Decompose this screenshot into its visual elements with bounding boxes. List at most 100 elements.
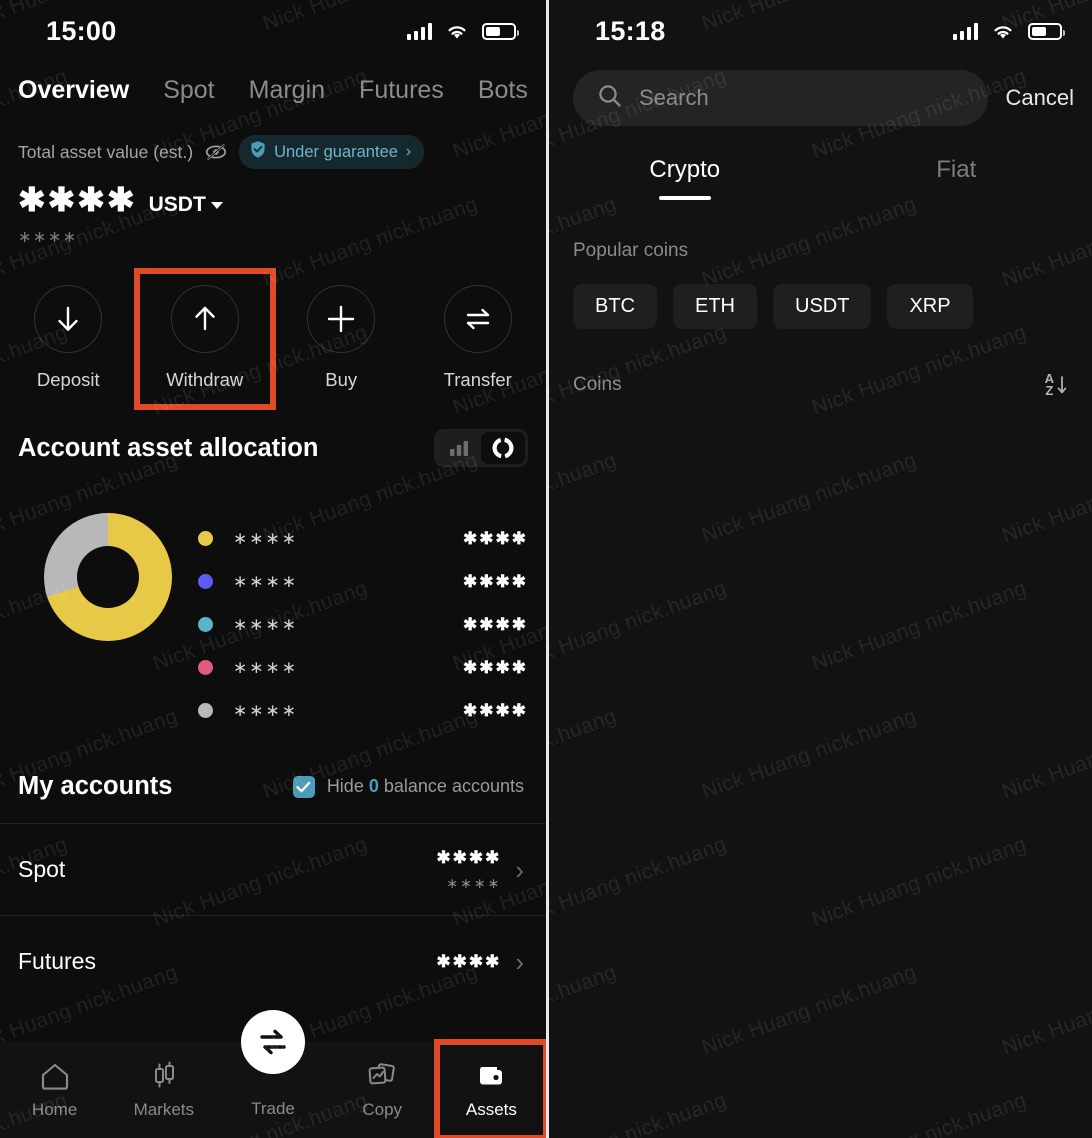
signal-bars-icon (406, 22, 432, 40)
legend-color-dot (198, 531, 213, 546)
sort-alpha-icon[interactable]: A Z (1045, 372, 1068, 399)
battery-icon (482, 22, 519, 40)
nav-trade-label: Trade (251, 1099, 295, 1118)
shield-check-icon (249, 140, 267, 164)
battery-icon (1028, 22, 1065, 40)
legend-label: ∗∗∗∗ (233, 614, 298, 634)
wallet-icon (480, 1066, 503, 1084)
eye-off-icon[interactable] (204, 140, 228, 164)
total-asset-label-row: Total asset value (est.) Under guarantee… (18, 135, 528, 169)
search-input[interactable]: Search (573, 70, 988, 126)
legend-item: ∗∗∗∗ ✱✱✱✱ (198, 517, 528, 560)
legend-value: ✱✱✱✱ (463, 571, 528, 591)
currency-label: USDT (148, 193, 206, 216)
sort-letters: A Z (1045, 372, 1054, 399)
tab-fiat-label: Fiat (936, 156, 977, 183)
legend-color-dot (198, 574, 213, 589)
quick-actions: Deposit Withdraw Buy Transfer (0, 247, 547, 410)
legend-label: ∗∗∗∗ (233, 528, 298, 548)
trade-icon (241, 1010, 305, 1074)
under-guarantee-badge[interactable]: Under guarantee › (239, 135, 425, 169)
deposit-label: Deposit (36, 369, 100, 390)
nav-assets[interactable]: Assets (433, 1039, 546, 1138)
checkbox-checked-icon (292, 775, 315, 798)
tab-crypto-label: Crypto (649, 156, 721, 183)
status-clock: 15:18 (595, 15, 666, 46)
coins-section-header: Coins A Z (549, 329, 1092, 398)
buy-label: Buy (325, 369, 358, 390)
transfer-button[interactable]: Transfer (410, 271, 547, 407)
bottom-navigation: Home Markets Trade Copy Assets (0, 1010, 546, 1138)
sort-arrow-down-icon (1057, 376, 1067, 394)
status-icons (406, 22, 519, 40)
bar-chart-icon[interactable] (437, 432, 481, 464)
status-icons (952, 22, 1065, 40)
coin-chip-xrp[interactable]: XRP (887, 284, 973, 329)
hide-suffix: balance accounts (383, 776, 524, 796)
donut-chart-icon[interactable] (481, 432, 525, 464)
legend-item: ∗∗∗∗ ✱✱✱✱ (198, 603, 528, 646)
hide-zero-balance-toggle[interactable]: Hide 0 balance accounts (292, 775, 524, 798)
legend-item: ∗∗∗∗ ✱✱✱✱ (198, 560, 528, 603)
nav-home[interactable]: Home (0, 1042, 109, 1138)
sort-letter-bottom: Z (1045, 383, 1054, 399)
candles-icon (154, 1061, 174, 1087)
right-phone-screen: 15:18 Search Cancel Crypto Fiat Popular … (546, 0, 1092, 1138)
deposit-button[interactable]: Deposit (0, 271, 137, 407)
withdraw-label: Withdraw (166, 369, 244, 390)
search-icon (597, 83, 623, 114)
coin-chip-usdt[interactable]: USDT (773, 284, 872, 329)
cancel-button[interactable]: Cancel (1006, 85, 1074, 111)
allocation-title: Account asset allocation (18, 433, 319, 462)
legend-value: ✱✱✱✱ (463, 657, 528, 677)
arrow-up-icon (170, 285, 239, 353)
legend-label: ∗∗∗∗ (233, 571, 298, 591)
currency-selector[interactable]: USDT (149, 193, 223, 217)
buy-button[interactable]: Buy (273, 271, 410, 407)
legend-color-dot (198, 703, 213, 718)
chevron-right-icon: › (515, 946, 524, 977)
transfer-label: Transfer (443, 369, 512, 390)
legend-value: ✱✱✱✱ (463, 614, 528, 634)
tab-bots[interactable]: Bots (478, 76, 528, 105)
plus-icon (307, 285, 376, 353)
nav-copy[interactable]: Copy (328, 1042, 437, 1138)
nav-trade[interactable]: Trade (218, 1010, 327, 1138)
account-values: ✱✱✱✱ (436, 952, 501, 972)
asset-type-tabs: Crypto Fiat (549, 126, 1092, 200)
tab-overview[interactable]: Overview (18, 76, 129, 105)
nav-markets[interactable]: Markets (109, 1042, 218, 1138)
allocation-header: Account asset allocation (0, 407, 546, 467)
account-row-futures[interactable]: Futures ✱✱✱✱ › (0, 915, 546, 1007)
legend-item: ∗∗∗∗ ✱✱✱✱ (198, 689, 528, 732)
withdraw-button[interactable]: Withdraw (133, 268, 276, 410)
tab-margin[interactable]: Margin (249, 76, 325, 105)
legend-value: ✱✱✱✱ (463, 700, 528, 720)
account-values: ✱✱✱✱ ∗∗∗∗ (436, 848, 501, 892)
coin-chip-eth[interactable]: ETH (673, 284, 757, 329)
tab-crypto[interactable]: Crypto (549, 156, 821, 200)
transfer-icon (443, 285, 512, 353)
status-clock: 15:00 (46, 15, 117, 46)
chart-type-toggle (434, 429, 528, 467)
account-row-spot[interactable]: Spot ✱✱✱✱ ∗∗∗∗ › (0, 823, 546, 915)
tab-fiat[interactable]: Fiat (821, 156, 1092, 200)
total-asset-label: Total asset value (est.) (18, 141, 194, 162)
total-asset-subvalue: ∗∗∗∗ (18, 229, 78, 246)
signal-bars-icon (952, 22, 978, 40)
status-bar: 15:00 (0, 0, 546, 62)
wifi-icon (445, 22, 469, 40)
legend-color-dot (198, 617, 213, 632)
my-accounts-title: My accounts (18, 772, 173, 800)
nav-markets-label: Markets (133, 1099, 195, 1119)
popular-coins-chips: BTC ETH USDT XRP (549, 262, 1092, 329)
coin-chip-btc[interactable]: BTC (573, 284, 657, 329)
wifi-icon (991, 22, 1015, 40)
chevron-right-icon: › (515, 854, 524, 885)
account-name: Spot (18, 856, 66, 882)
donut-chart (18, 513, 198, 641)
arrow-down-icon (34, 285, 103, 353)
tab-spot[interactable]: Spot (163, 76, 214, 105)
tab-futures[interactable]: Futures (359, 76, 444, 105)
account-row-right: ✱✱✱✱ › (436, 949, 524, 975)
